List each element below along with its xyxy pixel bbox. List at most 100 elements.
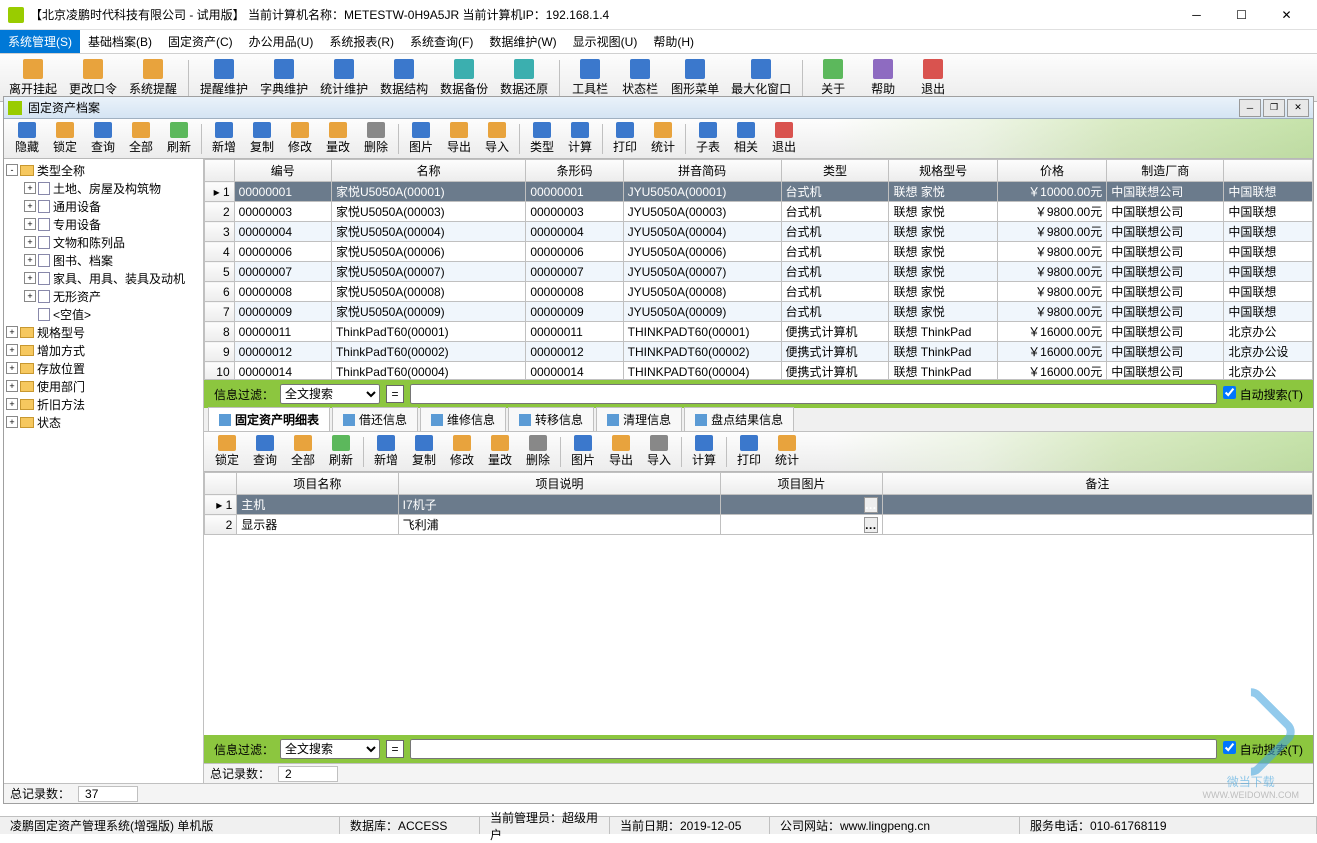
toolbar-btn-离开挂起[interactable]: 离开挂起 bbox=[4, 56, 62, 100]
tree-expand-icon[interactable]: + bbox=[6, 398, 18, 410]
toolbar-btn-复制[interactable]: 复制 bbox=[405, 434, 443, 470]
col-header-编号[interactable]: 编号 bbox=[234, 160, 331, 182]
toolbar-btn-提醒维护[interactable]: 提醒维护 bbox=[195, 56, 253, 100]
tab-借还信息[interactable]: 借还信息 bbox=[332, 407, 418, 431]
detail-col-项目说明[interactable]: 项目说明 bbox=[398, 473, 721, 495]
toolbar-btn-数据结构[interactable]: 数据结构 bbox=[375, 56, 433, 100]
table-row[interactable]: 600000008家悦U5050A(00008)00000008JYU5050A… bbox=[205, 282, 1313, 302]
detail-row[interactable]: 2显示器飞利浦… bbox=[205, 515, 1313, 535]
toolbar-btn-帮助[interactable]: 帮助 bbox=[859, 56, 907, 100]
tab-转移信息[interactable]: 转移信息 bbox=[508, 407, 594, 431]
table-row[interactable]: 1000000014ThinkPadT60(00004)00000014THIN… bbox=[205, 362, 1313, 381]
tree-node-8[interactable]: <空值> bbox=[6, 305, 201, 323]
tree-expand-icon[interactable]: + bbox=[24, 290, 36, 302]
toolbar-btn-刷新[interactable]: 刷新 bbox=[322, 434, 360, 470]
ellipsis-button[interactable]: … bbox=[864, 517, 878, 533]
table-row[interactable]: 700000009家悦U5050A(00009)00000009JYU5050A… bbox=[205, 302, 1313, 322]
tree-node-13[interactable]: +折旧方法 bbox=[6, 395, 201, 413]
filter-input[interactable] bbox=[410, 384, 1217, 404]
toolbar-btn-打印[interactable]: 打印 bbox=[606, 121, 644, 157]
tree-expand-icon[interactable]: + bbox=[6, 326, 18, 338]
filter-operator-button-detail[interactable]: = bbox=[386, 740, 404, 758]
tree-expand-icon[interactable]: - bbox=[6, 164, 18, 176]
toolbar-btn-修改[interactable]: 修改 bbox=[443, 434, 481, 470]
tree-node-2[interactable]: +通用设备 bbox=[6, 197, 201, 215]
auto-search-label-detail[interactable]: 自动搜索(T) bbox=[1223, 741, 1303, 758]
filter-input-detail[interactable] bbox=[410, 739, 1217, 759]
toolbar-btn-量改[interactable]: 量改 bbox=[319, 121, 357, 157]
sub-close-button[interactable]: ✕ bbox=[1287, 99, 1309, 117]
tab-盘点结果信息[interactable]: 盘点结果信息 bbox=[684, 407, 794, 431]
toolbar-btn-相关[interactable]: 相关 bbox=[727, 121, 765, 157]
menu-4[interactable]: 系统报表(R) bbox=[321, 30, 402, 53]
tree-node-0[interactable]: -类型全称 bbox=[6, 161, 201, 179]
toolbar-btn-全部[interactable]: 全部 bbox=[122, 121, 160, 157]
toolbar-btn-字典维护[interactable]: 字典维护 bbox=[255, 56, 313, 100]
minimize-button[interactable]: ─ bbox=[1174, 1, 1219, 29]
menu-3[interactable]: 办公用品(U) bbox=[241, 30, 322, 53]
tree-node-7[interactable]: +无形资产 bbox=[6, 287, 201, 305]
menu-5[interactable]: 系统查询(F) bbox=[402, 30, 481, 53]
detail-grid-container[interactable]: 项目名称项目说明项目图片备注▸ 1主机I7机子…2显示器飞利浦… bbox=[204, 472, 1313, 535]
tree-expand-icon[interactable]: + bbox=[24, 272, 36, 284]
toolbar-btn-关于[interactable]: 关于 bbox=[809, 56, 857, 100]
toolbar-btn-锁定[interactable]: 锁定 bbox=[46, 121, 84, 157]
toolbar-btn-退出[interactable]: 退出 bbox=[765, 121, 803, 157]
toolbar-btn-图片[interactable]: 图片 bbox=[402, 121, 440, 157]
tree-node-6[interactable]: +家具、用具、装具及动机 bbox=[6, 269, 201, 287]
table-row[interactable]: 800000011ThinkPadT60(00001)00000011THINK… bbox=[205, 322, 1313, 342]
toolbar-btn-子表[interactable]: 子表 bbox=[689, 121, 727, 157]
tab-固定资产明细表[interactable]: 固定资产明细表 bbox=[208, 407, 330, 431]
toolbar-btn-全部[interactable]: 全部 bbox=[284, 434, 322, 470]
toolbar-btn-计算[interactable]: 计算 bbox=[561, 121, 599, 157]
col-header-[interactable] bbox=[1224, 160, 1313, 182]
tree-node-1[interactable]: +土地、房屋及构筑物 bbox=[6, 179, 201, 197]
tree-expand-icon[interactable]: + bbox=[6, 380, 18, 392]
toolbar-btn-系统提醒[interactable]: 系统提醒 bbox=[124, 56, 182, 100]
menu-8[interactable]: 帮助(H) bbox=[645, 30, 702, 53]
toolbar-btn-查询[interactable]: 查询 bbox=[246, 434, 284, 470]
toolbar-btn-导入[interactable]: 导入 bbox=[640, 434, 678, 470]
toolbar-btn-查询[interactable]: 查询 bbox=[84, 121, 122, 157]
detail-col-项目名称[interactable]: 项目名称 bbox=[237, 473, 398, 495]
tree-expand-icon[interactable]: + bbox=[6, 416, 18, 428]
tree-expand-icon[interactable]: + bbox=[24, 200, 36, 212]
detail-col-项目图片[interactable]: 项目图片 bbox=[721, 473, 882, 495]
menu-7[interactable]: 显示视图(U) bbox=[565, 30, 646, 53]
tree-expand-icon[interactable]: + bbox=[6, 344, 18, 356]
auto-search-checkbox[interactable] bbox=[1223, 386, 1236, 399]
tree-panel[interactable]: -类型全称+土地、房屋及构筑物+通用设备+专用设备+文物和陈列品+图书、档案+家… bbox=[4, 159, 204, 783]
toolbar-btn-导出[interactable]: 导出 bbox=[602, 434, 640, 470]
toolbar-btn-复制[interactable]: 复制 bbox=[243, 121, 281, 157]
tree-node-9[interactable]: +规格型号 bbox=[6, 323, 201, 341]
asset-grid-container[interactable]: 编号名称条形码拼音简码类型规格型号价格制造厂商▸ 100000001家悦U505… bbox=[204, 159, 1313, 380]
toolbar-btn-锁定[interactable]: 锁定 bbox=[208, 434, 246, 470]
toolbar-btn-类型[interactable]: 类型 bbox=[523, 121, 561, 157]
col-header-条形码[interactable]: 条形码 bbox=[526, 160, 623, 182]
toolbar-btn-计算[interactable]: 计算 bbox=[685, 434, 723, 470]
toolbar-btn-数据还原[interactable]: 数据还原 bbox=[495, 56, 553, 100]
toolbar-btn-新增[interactable]: 新增 bbox=[205, 121, 243, 157]
toolbar-btn-打印[interactable]: 打印 bbox=[730, 434, 768, 470]
menu-1[interactable]: 基础档案(B) bbox=[80, 30, 160, 53]
toolbar-btn-导入[interactable]: 导入 bbox=[478, 121, 516, 157]
auto-search-checkbox-detail[interactable] bbox=[1223, 741, 1236, 754]
table-row[interactable]: 300000004家悦U5050A(00004)00000004JYU5050A… bbox=[205, 222, 1313, 242]
tree-node-12[interactable]: +使用部门 bbox=[6, 377, 201, 395]
tree-expand-icon[interactable]: + bbox=[6, 362, 18, 374]
table-row[interactable]: 200000003家悦U5050A(00003)00000003JYU5050A… bbox=[205, 202, 1313, 222]
filter-operator-button[interactable]: = bbox=[386, 385, 404, 403]
toolbar-btn-导出[interactable]: 导出 bbox=[440, 121, 478, 157]
sub-restore-button[interactable]: ❐ bbox=[1263, 99, 1285, 117]
toolbar-btn-最大化窗口[interactable]: 最大化窗口 bbox=[726, 56, 796, 100]
toolbar-btn-刷新[interactable]: 刷新 bbox=[160, 121, 198, 157]
tab-清理信息[interactable]: 清理信息 bbox=[596, 407, 682, 431]
tree-expand-icon[interactable]: + bbox=[24, 218, 36, 230]
tab-维修信息[interactable]: 维修信息 bbox=[420, 407, 506, 431]
filter-mode-select[interactable]: 全文搜索 bbox=[280, 384, 380, 404]
col-header-规格型号[interactable]: 规格型号 bbox=[889, 160, 997, 182]
toolbar-btn-隐藏[interactable]: 隐藏 bbox=[8, 121, 46, 157]
col-header-类型[interactable]: 类型 bbox=[781, 160, 889, 182]
toolbar-btn-统计维护[interactable]: 统计维护 bbox=[315, 56, 373, 100]
auto-search-label[interactable]: 自动搜索(T) bbox=[1223, 386, 1303, 403]
